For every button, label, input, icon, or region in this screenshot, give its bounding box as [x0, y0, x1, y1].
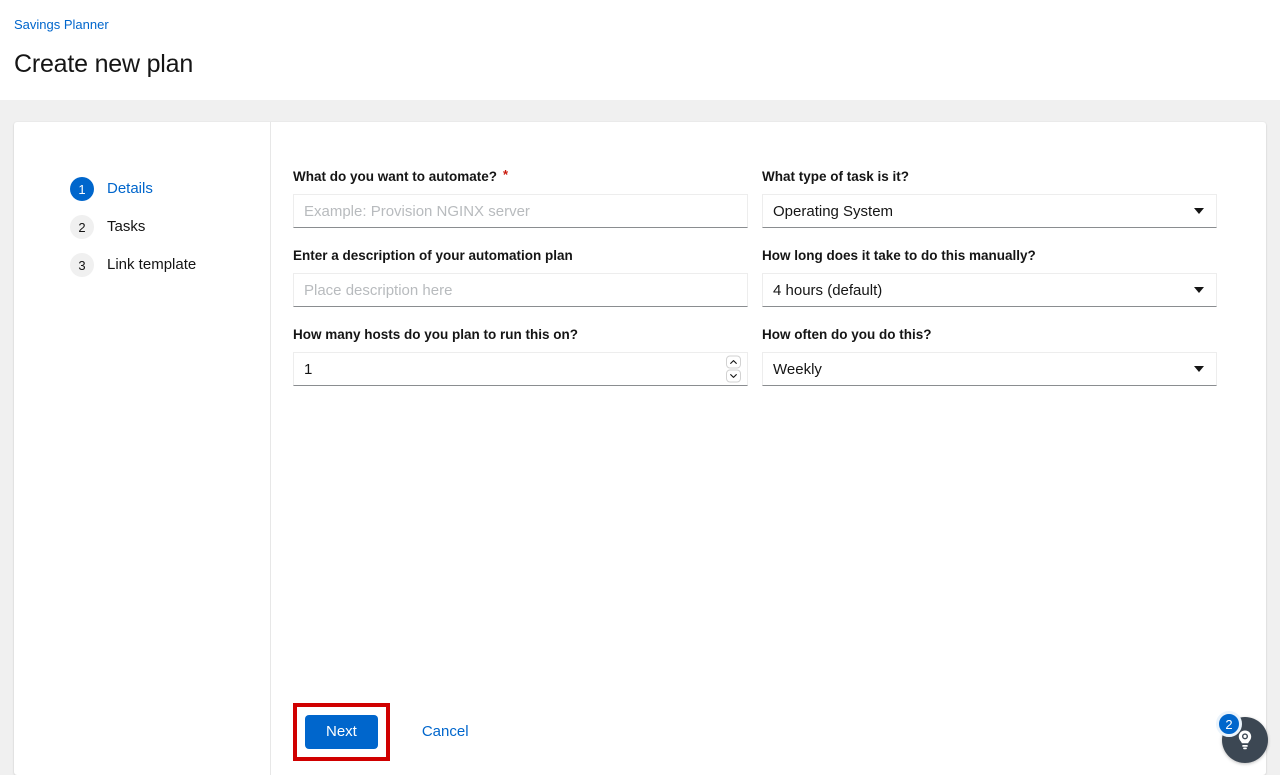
- cancel-button[interactable]: Cancel: [406, 715, 485, 749]
- field-automation-name: What do you want to automate? * Example:…: [293, 168, 748, 247]
- label-text-frequency: How often do you do this?: [762, 326, 931, 344]
- chevron-down-icon: [1194, 366, 1204, 372]
- manual-time-value: 4 hours (default): [773, 282, 882, 299]
- breadcrumb-savings-planner[interactable]: Savings Planner: [14, 16, 109, 34]
- label-text-description: Enter a description of your automation p…: [293, 247, 573, 265]
- chevron-down-icon: [1194, 208, 1204, 214]
- wizard-step-nav: 1 Details 2 Tasks 3 Link template: [14, 122, 271, 775]
- label-automation-name: What do you want to automate? *: [293, 168, 748, 186]
- host-count-stepper[interactable]: 1: [293, 352, 748, 386]
- field-manual-time: How long does it take to do this manuall…: [762, 247, 1217, 326]
- help-widget: 2: [1216, 711, 1268, 763]
- label-description: Enter a description of your automation p…: [293, 247, 748, 265]
- wizard-step-link-template[interactable]: 3 Link template: [14, 246, 270, 284]
- step-number-1: 1: [70, 177, 94, 201]
- details-form: What do you want to automate? * Example:…: [293, 168, 1230, 405]
- step-label-tasks: Tasks: [107, 217, 145, 237]
- wizard-step-details[interactable]: 1 Details: [14, 170, 270, 208]
- chevron-down-icon: [1194, 287, 1204, 293]
- next-button[interactable]: Next: [305, 715, 378, 749]
- automation-name-input[interactable]: Example: Provision NGINX server: [293, 194, 748, 228]
- label-text-manual-time: How long does it take to do this manuall…: [762, 247, 1036, 265]
- label-host-count: How many hosts do you plan to run this o…: [293, 326, 748, 344]
- label-text-automation-name: What do you want to automate?: [293, 168, 497, 186]
- required-asterisk-icon: *: [503, 168, 508, 182]
- field-task-type: What type of task is it? Operating Syste…: [762, 168, 1217, 247]
- automation-name-placeholder: Example: Provision NGINX server: [304, 203, 530, 220]
- stepper-increment-button[interactable]: [726, 356, 741, 369]
- frequency-value: Weekly: [773, 361, 822, 378]
- field-description: Enter a description of your automation p…: [293, 247, 748, 326]
- label-task-type: What type of task is it?: [762, 168, 1217, 186]
- chevron-down-icon: [730, 374, 737, 379]
- page-header: Savings Planner Create new plan: [0, 0, 1280, 100]
- field-host-count: How many hosts do you plan to run this o…: [293, 326, 748, 405]
- step-label-details: Details: [107, 179, 153, 199]
- frequency-select[interactable]: Weekly: [762, 352, 1217, 386]
- wizard-step-tasks[interactable]: 2 Tasks: [14, 208, 270, 246]
- chevron-up-icon: [730, 360, 737, 365]
- task-type-select[interactable]: Operating System: [762, 194, 1217, 228]
- wizard-card: 1 Details 2 Tasks 3 Link template What d…: [14, 122, 1266, 775]
- host-count-value: 1: [304, 361, 312, 378]
- manual-time-select[interactable]: 4 hours (default): [762, 273, 1217, 307]
- label-frequency: How often do you do this?: [762, 326, 1217, 344]
- step-label-link-template: Link template: [107, 255, 196, 275]
- step-number-3: 3: [70, 253, 94, 277]
- page-title: Create new plan: [14, 49, 1280, 79]
- help-badge-count[interactable]: 2: [1216, 711, 1242, 737]
- description-input[interactable]: Place description here: [293, 273, 748, 307]
- label-manual-time: How long does it take to do this manuall…: [762, 247, 1217, 265]
- field-frequency: How often do you do this? Weekly: [762, 326, 1217, 405]
- step-number-2: 2: [70, 215, 94, 239]
- label-text-task-type: What type of task is it?: [762, 168, 909, 186]
- task-type-value: Operating System: [773, 203, 893, 220]
- label-text-host-count: How many hosts do you plan to run this o…: [293, 326, 578, 344]
- stepper-decrement-button[interactable]: [726, 370, 741, 383]
- stepper-controls: [726, 356, 741, 383]
- description-placeholder: Place description here: [304, 282, 452, 299]
- wizard-main-panel: What do you want to automate? * Example:…: [271, 122, 1266, 775]
- next-button-highlight: Next: [293, 703, 390, 761]
- wizard-footer: Next Cancel: [293, 703, 485, 761]
